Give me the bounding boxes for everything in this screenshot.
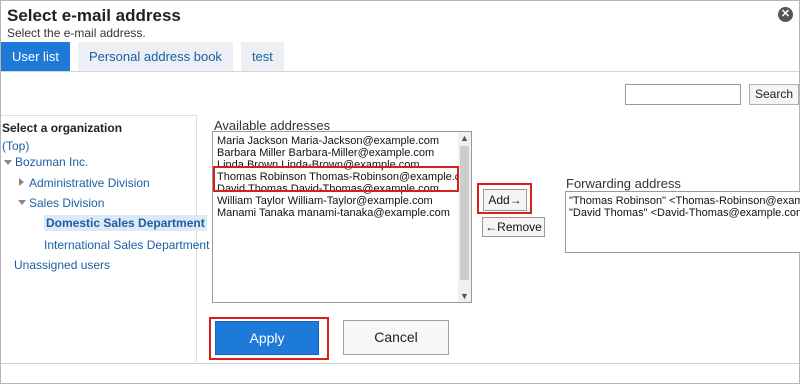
- tab-divider: [1, 71, 799, 72]
- tree-item-bozuman[interactable]: Bozuman Inc.: [15, 155, 88, 169]
- scroll-up-icon[interactable]: ▲: [460, 133, 469, 143]
- forwarding-address-list[interactable]: "Thomas Robinson" <Thomas-Robinson@examp…: [565, 191, 800, 253]
- tree-item-domestic-sales[interactable]: Domestic Sales Department: [44, 215, 207, 231]
- organization-heading: Select a organization: [2, 121, 123, 135]
- select-email-dialog: Select e-mail address Select the e-mail …: [0, 0, 800, 384]
- expand-arrow-icon[interactable]: [19, 178, 24, 186]
- scroll-down-icon[interactable]: ▼: [460, 291, 469, 301]
- list-item[interactable]: "David Thomas" <David-Thomas@example.com…: [566, 207, 800, 219]
- tab-personal-address-book[interactable]: Personal address book: [77, 42, 233, 71]
- list-item[interactable]: Barbara Miller Barbara-Miller@example.co…: [213, 147, 460, 159]
- collapse-arrow-icon[interactable]: [4, 160, 12, 165]
- remove-button[interactable]: ←Remove: [482, 217, 545, 237]
- tab-user-list[interactable]: User list: [1, 42, 70, 71]
- scroll-thumb[interactable]: [460, 146, 469, 280]
- selection-highlight: [213, 166, 459, 192]
- search-button[interactable]: Search: [749, 84, 799, 105]
- tree-item-administrative[interactable]: Administrative Division: [29, 176, 150, 190]
- cancel-button[interactable]: Cancel: [343, 320, 449, 355]
- close-icon[interactable]: ✕: [778, 7, 793, 22]
- footer-divider: [1, 363, 799, 364]
- list-item[interactable]: Manami Tanaka manami-tanaka@example.com: [213, 207, 460, 219]
- list-item[interactable]: Maria Jackson Maria-Jackson@example.com: [213, 135, 460, 147]
- tree-item-international-sales[interactable]: International Sales Department: [44, 238, 209, 252]
- list-scrollbar[interactable]: ▲ ▼: [458, 132, 471, 302]
- list-item[interactable]: "Thomas Robinson" <Thomas-Robinson@examp…: [566, 195, 800, 207]
- add-button-highlight: [477, 183, 532, 214]
- tab-bar: User list Personal address book test: [1, 42, 292, 71]
- tree-item-top[interactable]: (Top): [2, 139, 29, 153]
- tree-item-unassigned[interactable]: Unassigned users: [14, 258, 110, 272]
- organization-panel: Select a organization (Top) Bozuman Inc.…: [1, 115, 209, 362]
- dialog-subtitle: Select the e-mail address.: [7, 26, 146, 40]
- search-input[interactable]: [625, 84, 741, 105]
- tree-item-sales[interactable]: Sales Division: [29, 196, 104, 210]
- dialog-title: Select e-mail address: [7, 6, 181, 25]
- list-item[interactable]: William Taylor William-Taylor@example.co…: [213, 195, 460, 207]
- apply-button-highlight: [209, 317, 329, 360]
- collapse-arrow-icon[interactable]: [18, 200, 26, 205]
- tab-test[interactable]: test: [240, 42, 284, 71]
- available-addresses-list[interactable]: Maria Jackson Maria-Jackson@example.com …: [212, 131, 472, 303]
- forwarding-address-label: Forwarding address: [566, 176, 681, 191]
